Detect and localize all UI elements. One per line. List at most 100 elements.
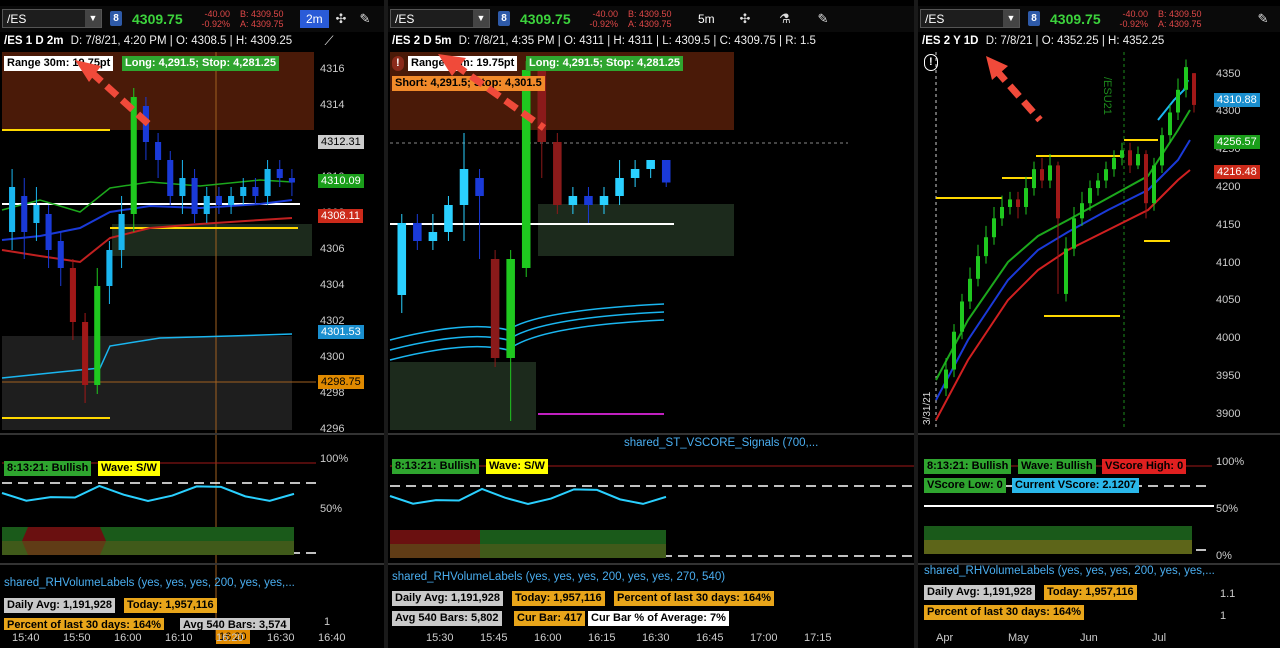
price-tag: 4298.75: [318, 375, 364, 389]
daily-avg-label: Daily Avg: 1,191,928: [924, 585, 1035, 600]
current-vscore-label: Current VScore: 2.1207: [1012, 478, 1140, 493]
time-tick: 16:00: [114, 632, 142, 644]
price-tick: 4150: [1216, 218, 1241, 231]
band-line: [389, 319, 665, 361]
vscore-high-label: VScore High: 0: [1102, 459, 1187, 474]
candle-body: [167, 160, 174, 196]
candle-body: [45, 214, 52, 250]
candle-body: [584, 196, 593, 205]
candle-body: [288, 178, 295, 183]
price-tag: 4310.88: [1214, 93, 1260, 107]
candle-body: [553, 142, 562, 205]
candle-body: [82, 322, 89, 385]
candle-body: [1048, 165, 1052, 181]
wave-label: Wave: S/W: [98, 461, 160, 476]
info-icon[interactable]: !: [392, 56, 404, 71]
volume-tick: 1: [324, 616, 331, 628]
time-tick: 16:45: [696, 632, 724, 644]
candle-body: [118, 214, 125, 250]
bullish-label: 8:13:21: Bullish: [392, 459, 480, 474]
candle-body: [33, 205, 40, 223]
range-zone: [390, 362, 536, 430]
candle-body: [264, 169, 271, 196]
candle-body: [976, 256, 980, 279]
daily-avg-label: Daily Avg: 1,191,928: [4, 598, 115, 613]
price-tick: 4050: [1216, 294, 1241, 307]
candle-body: [1056, 165, 1060, 219]
wave-label: Wave: S/W: [486, 459, 548, 474]
candle-body: [661, 160, 671, 183]
daily-avg-label: Daily Avg: 1,191,928: [392, 591, 503, 606]
date-marker-label: 3/31/21: [922, 391, 933, 425]
study-title: shared_RHVolumeLabels (yes, yes, yes, 20…: [4, 577, 295, 589]
cur-bar-pct-label: Cur Bar % of Average: 7%: [588, 611, 729, 626]
candle-body: [69, 268, 76, 322]
candle-body: [1096, 180, 1100, 189]
bullish-label: 8:13:21: Bullish: [4, 461, 92, 476]
time-tick: May: [1008, 632, 1029, 644]
candle-body: [240, 187, 247, 196]
price-tick: 4314: [320, 99, 345, 111]
candle-body: [615, 178, 624, 196]
chart-panel-2: /ES ▼ 8 4309.75 -40.00 -0.92% B: 4309.50 A:…: [388, 0, 914, 648]
candle-body: [413, 223, 422, 241]
candle-body: [960, 301, 964, 332]
candle-body: [1144, 154, 1148, 204]
percent-30-label: Percent of last 30 days: 164%: [614, 591, 775, 606]
price-tick: 4000: [1216, 332, 1241, 345]
study-title: shared_RHVolumeLabels (yes, yes, yes, 20…: [392, 571, 726, 583]
candle-body: [428, 232, 438, 241]
signal-ribbon-neutral: [924, 540, 1192, 554]
candle-body: [1000, 206, 1004, 219]
candle-body: [106, 250, 113, 286]
signals-title: shared_ST_VSCORE_Signals (700,...: [624, 437, 819, 449]
candle-body: [1104, 169, 1108, 181]
candle-body: [1136, 154, 1140, 166]
price-tag: 4216.48: [1214, 165, 1260, 179]
time-tick: 16:20: [216, 632, 244, 644]
candle-body: [1024, 188, 1028, 207]
price-tag: 4301.53: [318, 325, 364, 339]
candle-body: [568, 196, 578, 205]
candle-body: [1160, 135, 1164, 166]
candle-body: [1008, 199, 1012, 207]
candle-body: [1152, 165, 1156, 204]
candle-body: [952, 331, 956, 370]
price-tick: 4300: [320, 351, 345, 363]
time-tick: 15:50: [63, 632, 91, 644]
candle-body: [984, 237, 988, 257]
time-tick: 16:10: [165, 632, 193, 644]
candle-body: [968, 278, 972, 302]
bullish-label: 8:13:21: Bullish: [924, 459, 1012, 474]
candle-body: [276, 169, 283, 178]
candle-body: [21, 196, 28, 232]
price-tag: 4308.11: [318, 209, 363, 223]
volume-tick: 1: [1220, 610, 1227, 622]
percent-30-label: Percent of last 30 days: 164%: [4, 618, 165, 630]
candle-body: [1184, 67, 1188, 90]
study-title: shared_RHVolumeLabels (yes, yes, yes, 20…: [924, 565, 1215, 577]
pct-tick: 100%: [320, 453, 349, 465]
vscore-low-label: VScore Low: 0: [924, 478, 1006, 493]
price-tag: 4312.31: [318, 135, 364, 149]
price-tick: 4296: [320, 423, 345, 435]
time-tick: 17:15: [804, 632, 832, 644]
price-tick: 4316: [320, 63, 345, 75]
candle-body: [1192, 73, 1196, 105]
candle-body: [475, 178, 484, 196]
candle-body: [646, 160, 655, 169]
candle-body: [1176, 89, 1180, 113]
candle-body: [228, 196, 235, 205]
price-tick: 3950: [1216, 370, 1241, 383]
oscillator-line: [389, 487, 667, 506]
candle-body: [9, 187, 16, 232]
today-label: Today: 1,957,116: [512, 591, 605, 606]
ema-line: [935, 169, 1191, 421]
long-label: Long: 4,291.5; Stop: 4,281.25: [526, 56, 683, 71]
oscillator-line: [1, 484, 295, 503]
time-tick: 15:30: [426, 632, 454, 644]
candle-body: [1120, 150, 1124, 158]
time-tick: Jul: [1152, 632, 1167, 644]
info-icon[interactable]: !: [924, 54, 938, 71]
pct-tick: 50%: [1216, 503, 1239, 515]
